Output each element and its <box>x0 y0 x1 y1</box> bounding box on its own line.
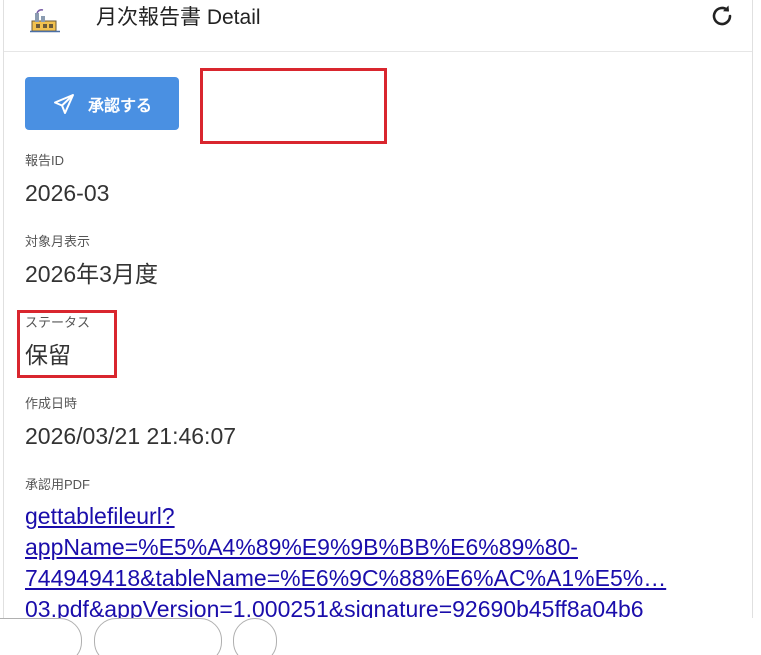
bottom-toolbar <box>0 618 761 655</box>
detail-page: 月次報告書 Detail 承認する 報告ID 2026-03 対象月表示 202… <box>0 0 761 655</box>
approve-button-label: 承認する <box>87 97 152 115</box>
detail-header: 月次報告書 Detail <box>4 0 752 52</box>
report-id-value: 2026-03 <box>25 180 110 206</box>
approve-button[interactable]: 承認する <box>25 77 179 130</box>
highlight-empty-area <box>200 68 387 144</box>
pdf-link[interactable]: gettablefileurl? appName=%E5%A4%89%E9%9B… <box>25 501 725 625</box>
refresh-icon[interactable] <box>708 2 736 30</box>
toolbar-button[interactable] <box>0 618 82 655</box>
pdf-link-line: gettablefileurl? <box>25 503 175 529</box>
page-title: 月次報告書 Detail <box>96 6 261 29</box>
target-month-value: 2026年3月度 <box>25 261 158 287</box>
factory-icon <box>30 9 60 33</box>
highlight-status <box>17 310 117 378</box>
pdf-link-line: appName=%E5%A4%89%E9%9B%BB%E6%89%80- <box>25 534 578 560</box>
created-at-label: 作成日時 <box>25 396 78 411</box>
toolbar-button[interactable] <box>233 618 277 655</box>
paper-plane-icon <box>53 93 74 114</box>
report-id-label: 報告ID <box>25 153 65 168</box>
target-month-label: 対象月表示 <box>25 234 91 249</box>
detail-card: 月次報告書 Detail 承認する 報告ID 2026-03 対象月表示 202… <box>3 0 753 630</box>
created-at-value: 2026/03/21 21:46:07 <box>25 423 237 449</box>
toolbar-button[interactable] <box>94 618 222 655</box>
pdf-link-line: 744949418&tableName=%E6%9C%88%E6%AC%A1%E… <box>25 565 667 591</box>
pdf-label: 承認用PDF <box>25 477 91 492</box>
